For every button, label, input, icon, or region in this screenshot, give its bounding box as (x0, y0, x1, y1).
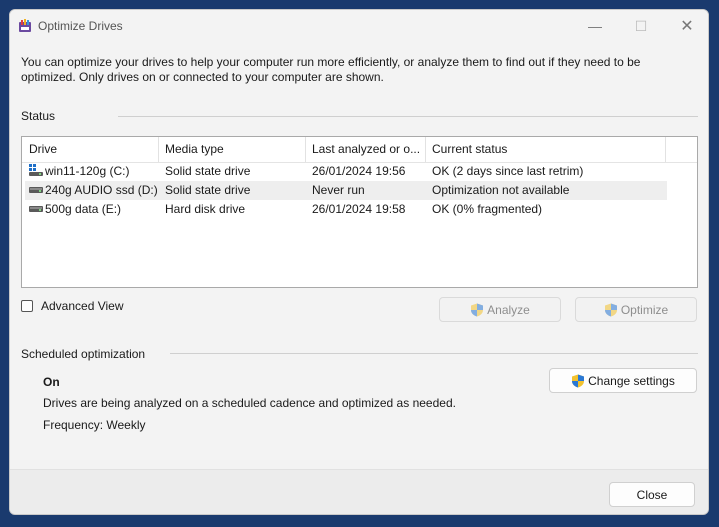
advanced-view-checkbox[interactable] (21, 300, 33, 312)
optimize-button-label: Optimize (620, 302, 669, 317)
advanced-view-label[interactable]: Advanced View (41, 299, 124, 313)
scheduled-section-divider (170, 353, 698, 354)
media-type: Solid state drive (165, 183, 251, 197)
minimize-icon: — (588, 18, 602, 34)
media-type: Hard disk drive (165, 202, 246, 216)
drive-row-c[interactable]: win11-120g (C:) Solid state drive 26/01/… (25, 162, 667, 181)
defrag-app-icon (19, 19, 31, 32)
column-header-last-analyzed[interactable]: Last analyzed or o... (305, 137, 425, 162)
current-status: OK (2 days since last retrim) (432, 164, 584, 178)
change-settings-button[interactable]: Change settings (549, 368, 697, 393)
uac-shield-icon (604, 303, 617, 316)
last-analyzed: Never run (312, 183, 365, 197)
optimize-drives-window: Optimize Drives — ☐ ✕ You can optimize y… (9, 9, 709, 515)
column-header-media-type[interactable]: Media type (158, 137, 306, 162)
media-type: Solid state drive (165, 164, 251, 178)
column-header-current-status[interactable]: Current status (425, 137, 665, 162)
scheduled-section-label: Scheduled optimization (21, 347, 146, 361)
windows-drive-icon (29, 164, 43, 176)
dialog-footer: Close (10, 469, 708, 514)
drives-list-header: Drive Media type Last analyzed or o... C… (22, 137, 697, 163)
window-title: Optimize Drives (38, 19, 123, 33)
analyze-button[interactable]: Analyze (439, 297, 561, 322)
intro-text: You can optimize your drives to help you… (21, 55, 681, 85)
current-status: Optimization not available (432, 183, 570, 197)
column-header-drive[interactable]: Drive (22, 137, 158, 162)
schedule-frequency: Frequency: Weekly (43, 418, 146, 432)
intro-line-2: optimized. Only drives on or connected t… (21, 70, 384, 84)
drive-icon (29, 206, 43, 212)
optimize-button[interactable]: Optimize (575, 297, 697, 322)
uac-shield-icon (572, 374, 585, 387)
close-icon: ✕ (680, 18, 694, 35)
close-window-button[interactable]: ✕ (664, 10, 708, 42)
drive-name: 500g data (E:) (45, 202, 122, 216)
maximize-button[interactable]: ☐ (618, 10, 664, 42)
analyze-button-label: Analyze (487, 302, 530, 317)
drive-row-e[interactable]: 500g data (E:) Hard disk drive 26/01/202… (25, 200, 667, 219)
close-button-label: Close (636, 487, 668, 502)
drive-icon (29, 187, 43, 193)
schedule-description: Drives are being analyzed on a scheduled… (43, 396, 456, 410)
drive-name: 240g AUDIO ssd (D:) (45, 183, 158, 197)
last-analyzed: 26/01/2024 19:56 (312, 164, 406, 178)
last-analyzed: 26/01/2024 19:58 (312, 202, 406, 216)
change-settings-button-label: Change settings (588, 373, 675, 388)
status-section-label: Status (21, 109, 56, 123)
column-divider[interactable] (665, 137, 666, 162)
current-status: OK (0% fragmented) (432, 202, 543, 216)
intro-line-1: You can optimize your drives to help you… (21, 55, 641, 69)
title-bar: Optimize Drives — ☐ ✕ (10, 10, 708, 42)
drives-list[interactable]: Drive Media type Last analyzed or o... C… (21, 136, 698, 288)
close-button[interactable]: Close (609, 482, 695, 507)
status-section-divider (118, 116, 698, 117)
drive-name: win11-120g (C:) (45, 164, 130, 178)
minimize-button[interactable]: — (572, 10, 618, 42)
drive-row-d[interactable]: 240g AUDIO ssd (D:) Solid state drive Ne… (25, 181, 667, 200)
schedule-state: On (43, 375, 60, 389)
maximize-icon: ☐ (634, 17, 648, 34)
uac-shield-icon (471, 303, 484, 316)
